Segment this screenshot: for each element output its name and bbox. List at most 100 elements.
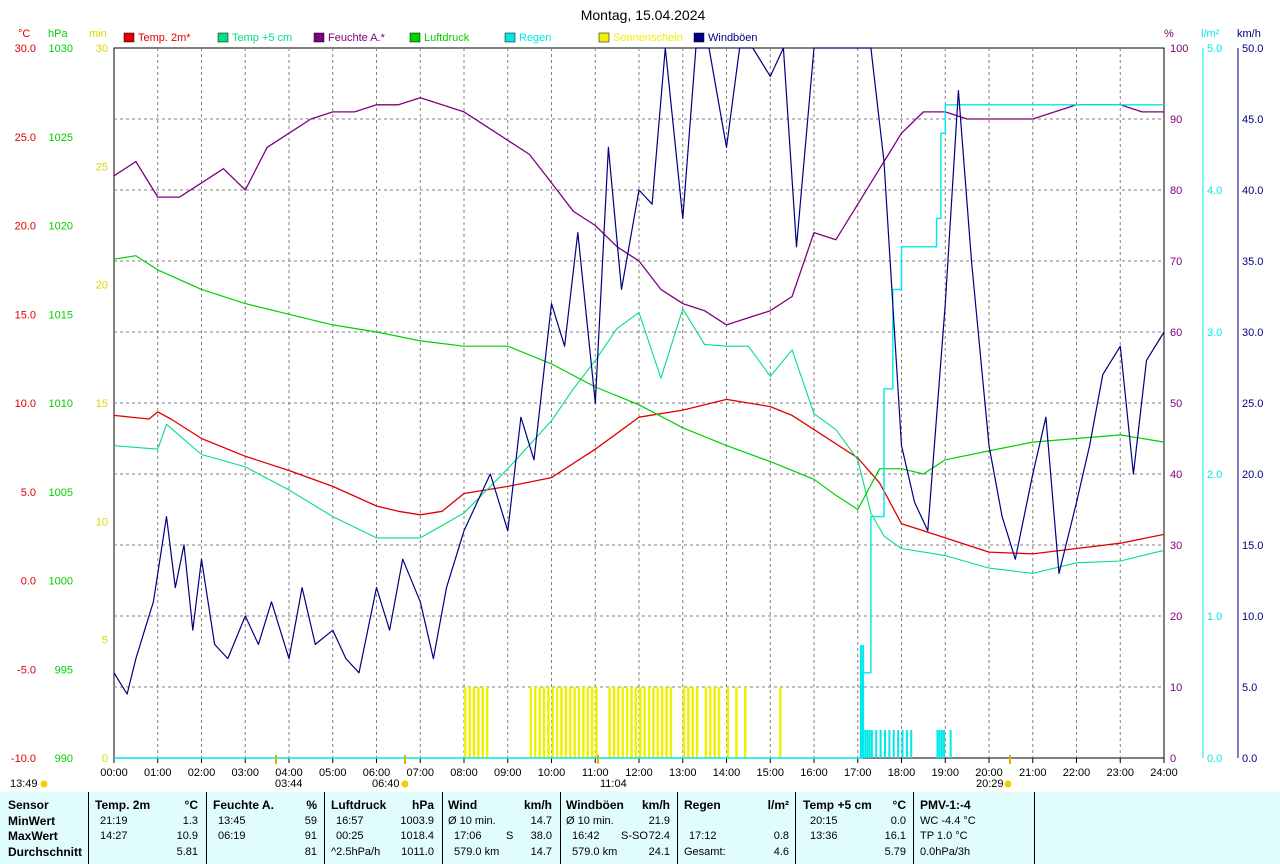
sunshine-bar <box>717 687 721 758</box>
temp-tick-label: 25.0 <box>15 132 36 144</box>
windboeen-max-time: 16:42 <box>572 830 600 842</box>
sunshine-bar <box>547 687 550 758</box>
luftdruck-header: Luftdruck <box>331 798 387 812</box>
rain-tick-label: 0.0 <box>1207 753 1222 765</box>
wind-axis-unit: km/h <box>1237 28 1261 40</box>
pressure-tick-label: 995 <box>55 664 73 676</box>
rain-spike <box>888 730 891 758</box>
legend-swatch-temp5cm <box>217 32 229 43</box>
rain-spike <box>949 730 952 758</box>
x-tick-label: 12:00 <box>625 767 653 779</box>
luftdruck-column: Luftdruck hPa 16:57 1003.9 00:25 1018.4 … <box>325 792 442 864</box>
temp-tick-label: 0.0 <box>21 576 36 588</box>
wind-column: Wind km/h Ø 10 min. 14.7 17:06 S 38.0 57… <box>443 792 560 864</box>
row-labels-column: Sensor MinWert MaxWert Durchschnitt <box>0 792 88 864</box>
temp2m-max-value: 10.9 <box>176 830 198 842</box>
sun-axis-unit: min <box>89 28 107 40</box>
sunshine-bar <box>551 687 554 758</box>
luftdruck-max-value: 1018.4 <box>400 830 434 842</box>
rain-tick-label: 1.0 <box>1207 611 1222 623</box>
windboeen-header: Windböen <box>566 798 624 812</box>
legend-label-feuchte: Feuchte A.* <box>328 32 386 44</box>
sunshine-bar <box>709 687 712 758</box>
sun-tick-label: 0 <box>102 753 108 765</box>
rain-spike <box>910 730 913 758</box>
x-tick-label: 22:00 <box>1063 767 1091 779</box>
legend-swatch-temp2m <box>123 32 135 43</box>
sunshine-bar <box>564 687 568 758</box>
luftdruck-min-value: 1003.9 <box>400 815 434 827</box>
humidity-tick-label: 80 <box>1170 185 1182 197</box>
pressure-tick-label: 1015 <box>49 309 73 321</box>
sunshine-bar <box>481 687 484 758</box>
rain-tick-label: 5.0 <box>1207 43 1222 55</box>
x-tick-label: 19:00 <box>931 767 959 779</box>
rain-spike <box>879 730 882 758</box>
luftdruck-unit: hPa <box>411 798 434 812</box>
sunset-label: 20:29 <box>976 778 1004 790</box>
humidity-tick-label: 30 <box>1170 540 1182 552</box>
windboeen-avg-value: 24.1 <box>648 846 670 858</box>
temp-tick-label: -10.0 <box>11 753 36 765</box>
humidity-tick-label: 70 <box>1170 256 1182 268</box>
legend-swatch-sonne <box>598 32 610 43</box>
wind-tick-label: 30.0 <box>1242 327 1263 339</box>
luftdruck-avg-value: 1011.0 <box>401 846 434 858</box>
sunshine-bar <box>726 687 729 758</box>
x-tick-label: 15:00 <box>756 767 784 779</box>
sunshine-bar <box>485 687 489 758</box>
pressure-tick-label: 990 <box>55 753 73 765</box>
sunshine-bar <box>542 687 546 758</box>
sunshine-bar <box>744 687 747 758</box>
weather-chart: Montag, 15.04.2024 Temp. 2m* Temp +5 cm Fe… <box>10 7 1263 790</box>
sun-tick-label: 30 <box>96 43 108 55</box>
sun-tick-label: 15 <box>96 398 108 410</box>
x-tick-label: 24:00 <box>1150 767 1178 779</box>
sunshine-bar <box>643 687 646 758</box>
pressure-tick-label: 1000 <box>49 576 73 588</box>
sun-marker-icon <box>401 780 409 788</box>
wind-avg10-value: 14.7 <box>530 815 552 827</box>
sunrise-label: 06:40 <box>372 778 400 790</box>
regen-total-value: 4.6 <box>773 846 789 858</box>
x-tick-label: 05:00 <box>319 767 347 779</box>
legend-label-wind: Windböen <box>708 32 758 44</box>
wind-tick-label: 50.0 <box>1242 43 1263 55</box>
wind-max-direction: S <box>506 830 514 842</box>
sunshine-bar <box>735 687 738 758</box>
wind-tick-label: 35.0 <box>1242 256 1263 268</box>
pmv-header: PMV-1:-4 <box>920 798 971 812</box>
x-tick-label: 03:00 <box>231 767 259 779</box>
temp-tick-label: -5.0 <box>17 664 36 676</box>
temp5cm-max-value: 16.1 <box>884 830 906 842</box>
x-tick-label: 13:00 <box>669 767 697 779</box>
temp5cm-min-value: 0.0 <box>890 815 906 827</box>
minwert-label: MinWert <box>8 814 56 828</box>
noon-label: 11:04 <box>600 778 627 790</box>
sunshine-bar <box>582 687 585 758</box>
rain-bars <box>859 645 952 758</box>
temp2m-column: Temp. 2m °C 21:19 1.3 14:27 10.9 5.81 <box>89 792 206 864</box>
regen-column: Regen l/m² 17:12 0.8 Gesamt: 4.6 <box>678 792 795 864</box>
wind-header: Wind <box>448 798 478 812</box>
rain-tick-label: 3.0 <box>1207 327 1222 339</box>
temp-tick-label: 10.0 <box>15 398 36 410</box>
legend-swatch-feuchte <box>313 32 325 43</box>
statistics-panel: Sensor MinWert MaxWert Durchschnitt Temp… <box>0 792 1280 864</box>
pressure-tick-label: 1005 <box>49 487 73 499</box>
wind-max-time: 17:06 <box>454 830 482 842</box>
legend-label-luftdruck: Luftdruck <box>424 32 470 44</box>
wind-tick-label: 15.0 <box>1242 540 1263 552</box>
sunshine-bar <box>621 687 624 758</box>
humidity-tick-label: 40 <box>1170 469 1182 481</box>
temp2m-unit: °C <box>184 798 198 812</box>
pmv-pressure-trend: 0.0hPa/3h <box>920 846 971 858</box>
windboeen-max-direction: S-SO <box>621 830 648 842</box>
sunshine-bar <box>695 687 699 758</box>
windboeen-unit: km/h <box>641 798 670 812</box>
windboeen-distance: 579.0 km <box>572 846 618 858</box>
feuchte-header: Feuchte A. <box>213 798 274 812</box>
rain-spike <box>938 730 941 758</box>
pmv-column: PMV-1:-4 WC -4.4 °C TP 1.0 °C 0.0hPa/3h <box>914 792 1034 864</box>
wind-avg10-label: Ø 10 min. <box>448 815 496 827</box>
